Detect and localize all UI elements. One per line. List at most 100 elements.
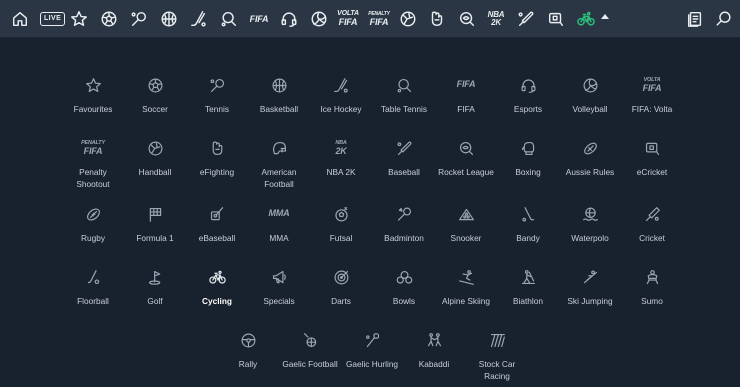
sport-label: Formula 1 [136, 233, 174, 243]
floorball-stick-icon [81, 265, 105, 289]
sport-label: Stock Car Racing [478, 359, 516, 381]
fifa-volta-logo-icon[interactable]: VOLTA FIFA [334, 7, 362, 31]
sport-label: Penalty Shootout [76, 167, 110, 189]
bicycle-icon [205, 265, 229, 289]
sports-nav-bar: LIVE FIFA VOLTA FIFA PENALTY FIFA NBA 2K [0, 0, 740, 38]
collapse-caret-icon[interactable] [601, 14, 609, 19]
sport-label: Baseball [388, 167, 420, 177]
fist-icon[interactable] [425, 7, 449, 31]
table-tennis-icon[interactable] [217, 7, 241, 31]
sport-item[interactable]: VOLTA FIFA FIFA: Volta [615, 73, 689, 115]
golf-flag-icon [143, 265, 167, 289]
sport-label: Aussie Rules [565, 167, 615, 177]
sport-label: NBA 2K [326, 167, 356, 177]
nba2k-logo-icon[interactable]: NBA 2K [482, 7, 510, 31]
ski-jumper-icon [578, 265, 602, 289]
sport-label: Boxing [515, 167, 541, 177]
sport-label: Favourites [73, 104, 113, 114]
sport-label: Soccer [142, 104, 168, 114]
fist-icon [205, 136, 229, 160]
bicycle-icon[interactable] [574, 7, 598, 31]
headset-icon[interactable] [277, 7, 301, 31]
futsal-icon [329, 202, 353, 226]
hurling-stick-icon [360, 328, 384, 352]
sport-label: Golf [147, 296, 163, 306]
stock-car-icon [485, 328, 509, 352]
live-badge[interactable]: LIVE [40, 12, 66, 26]
betslip-icon[interactable] [683, 7, 707, 31]
baseball-bat-icon [392, 136, 416, 160]
bandy-stick-icon [516, 202, 540, 226]
penalty-fifa-logo-icon[interactable]: PENALTY FIFA [365, 7, 393, 31]
gaelic-football-icon [298, 328, 322, 352]
cricket-bat-icon [640, 202, 664, 226]
ecricket-icon [640, 136, 664, 160]
sport-label: MMA [269, 233, 289, 243]
sport-label: American Football [261, 167, 297, 189]
hockey-stick-icon[interactable] [187, 7, 211, 31]
kabaddi-icon [422, 328, 446, 352]
sport-item[interactable]: Cricket [615, 202, 689, 244]
sport-label: Futsal [329, 233, 353, 243]
basketball-icon [267, 73, 291, 97]
megaphone-icon [267, 265, 291, 289]
rocket-league-icon [454, 136, 478, 160]
table-tennis-icon [392, 73, 416, 97]
sport-label: Rugby [81, 233, 105, 243]
basketball-icon[interactable] [157, 7, 181, 31]
soccer-ball-icon[interactable] [97, 7, 121, 31]
sport-label: FIFA: Volta [631, 104, 673, 114]
sport-item[interactable]: eCricket [615, 136, 689, 178]
sport-label: Alpine Skiing [442, 296, 490, 306]
sports-menu-panel: Favourites Soccer Tennis Basketball Ice Hock… [0, 39, 740, 387]
volleyball-icon[interactable] [307, 7, 331, 31]
sport-label: Gaelic Hurling [345, 359, 399, 369]
sport-label: Floorball [77, 296, 109, 306]
sport-label: Cricket [639, 233, 665, 243]
fifa-logo-icon: FIFA [456, 79, 476, 89]
volta-text: VOLTA [337, 10, 359, 17]
handball-icon[interactable] [396, 7, 420, 31]
penalty-fifa-logo-icon: PENALTY FIFA [81, 140, 105, 156]
sport-label: Snooker [450, 233, 482, 243]
skier-icon [454, 265, 478, 289]
sport-label: Esports [513, 104, 543, 114]
rugby-ball-icon [81, 202, 105, 226]
sport-label: eFighting [199, 167, 235, 177]
sport-label: Badminton [384, 233, 424, 243]
fifa-logo-icon[interactable]: FIFA [247, 7, 271, 31]
mma-logo-icon: MMA [268, 208, 290, 218]
sport-label: Sumo [641, 296, 663, 306]
handball-icon [143, 136, 167, 160]
snooker-icon [454, 202, 478, 226]
soccer-ball-icon [143, 73, 167, 97]
rocket-league-icon[interactable] [455, 7, 479, 31]
sport-label: eCricket [636, 167, 668, 177]
hockey-stick-icon [329, 73, 353, 97]
ecricket-icon[interactable] [544, 7, 568, 31]
bowls-icon [392, 265, 416, 289]
dartboard-icon [329, 265, 353, 289]
home-icon[interactable] [8, 7, 32, 31]
sport-label: Ski Jumping [567, 296, 613, 306]
checkered-flag-icon [143, 202, 167, 226]
sport-label: eBaseball [198, 233, 236, 243]
sport-item[interactable]: Stock Car Racing [460, 328, 534, 382]
sport-label: FIFA [457, 104, 475, 114]
baseball-bat-icon[interactable] [514, 7, 538, 31]
biathlon-icon [516, 265, 540, 289]
sport-label: Tennis [205, 104, 229, 114]
sport-label: Bandy [516, 233, 540, 243]
helmet-icon [267, 136, 291, 160]
tennis-racket-icon[interactable] [127, 7, 151, 31]
star-icon[interactable] [67, 7, 91, 31]
sport-label: Rally [238, 359, 258, 369]
nba2k-logo-icon: NBA 2K [335, 140, 347, 156]
search-icon[interactable] [712, 7, 736, 31]
sport-item[interactable]: Sumo [615, 265, 689, 307]
sport-label: Specials [263, 296, 295, 306]
waterpolo-icon [578, 202, 602, 226]
fifa-text: FIFA [338, 17, 358, 27]
sport-label: Handball [138, 167, 172, 177]
sport-label: Kabaddi [418, 359, 450, 369]
